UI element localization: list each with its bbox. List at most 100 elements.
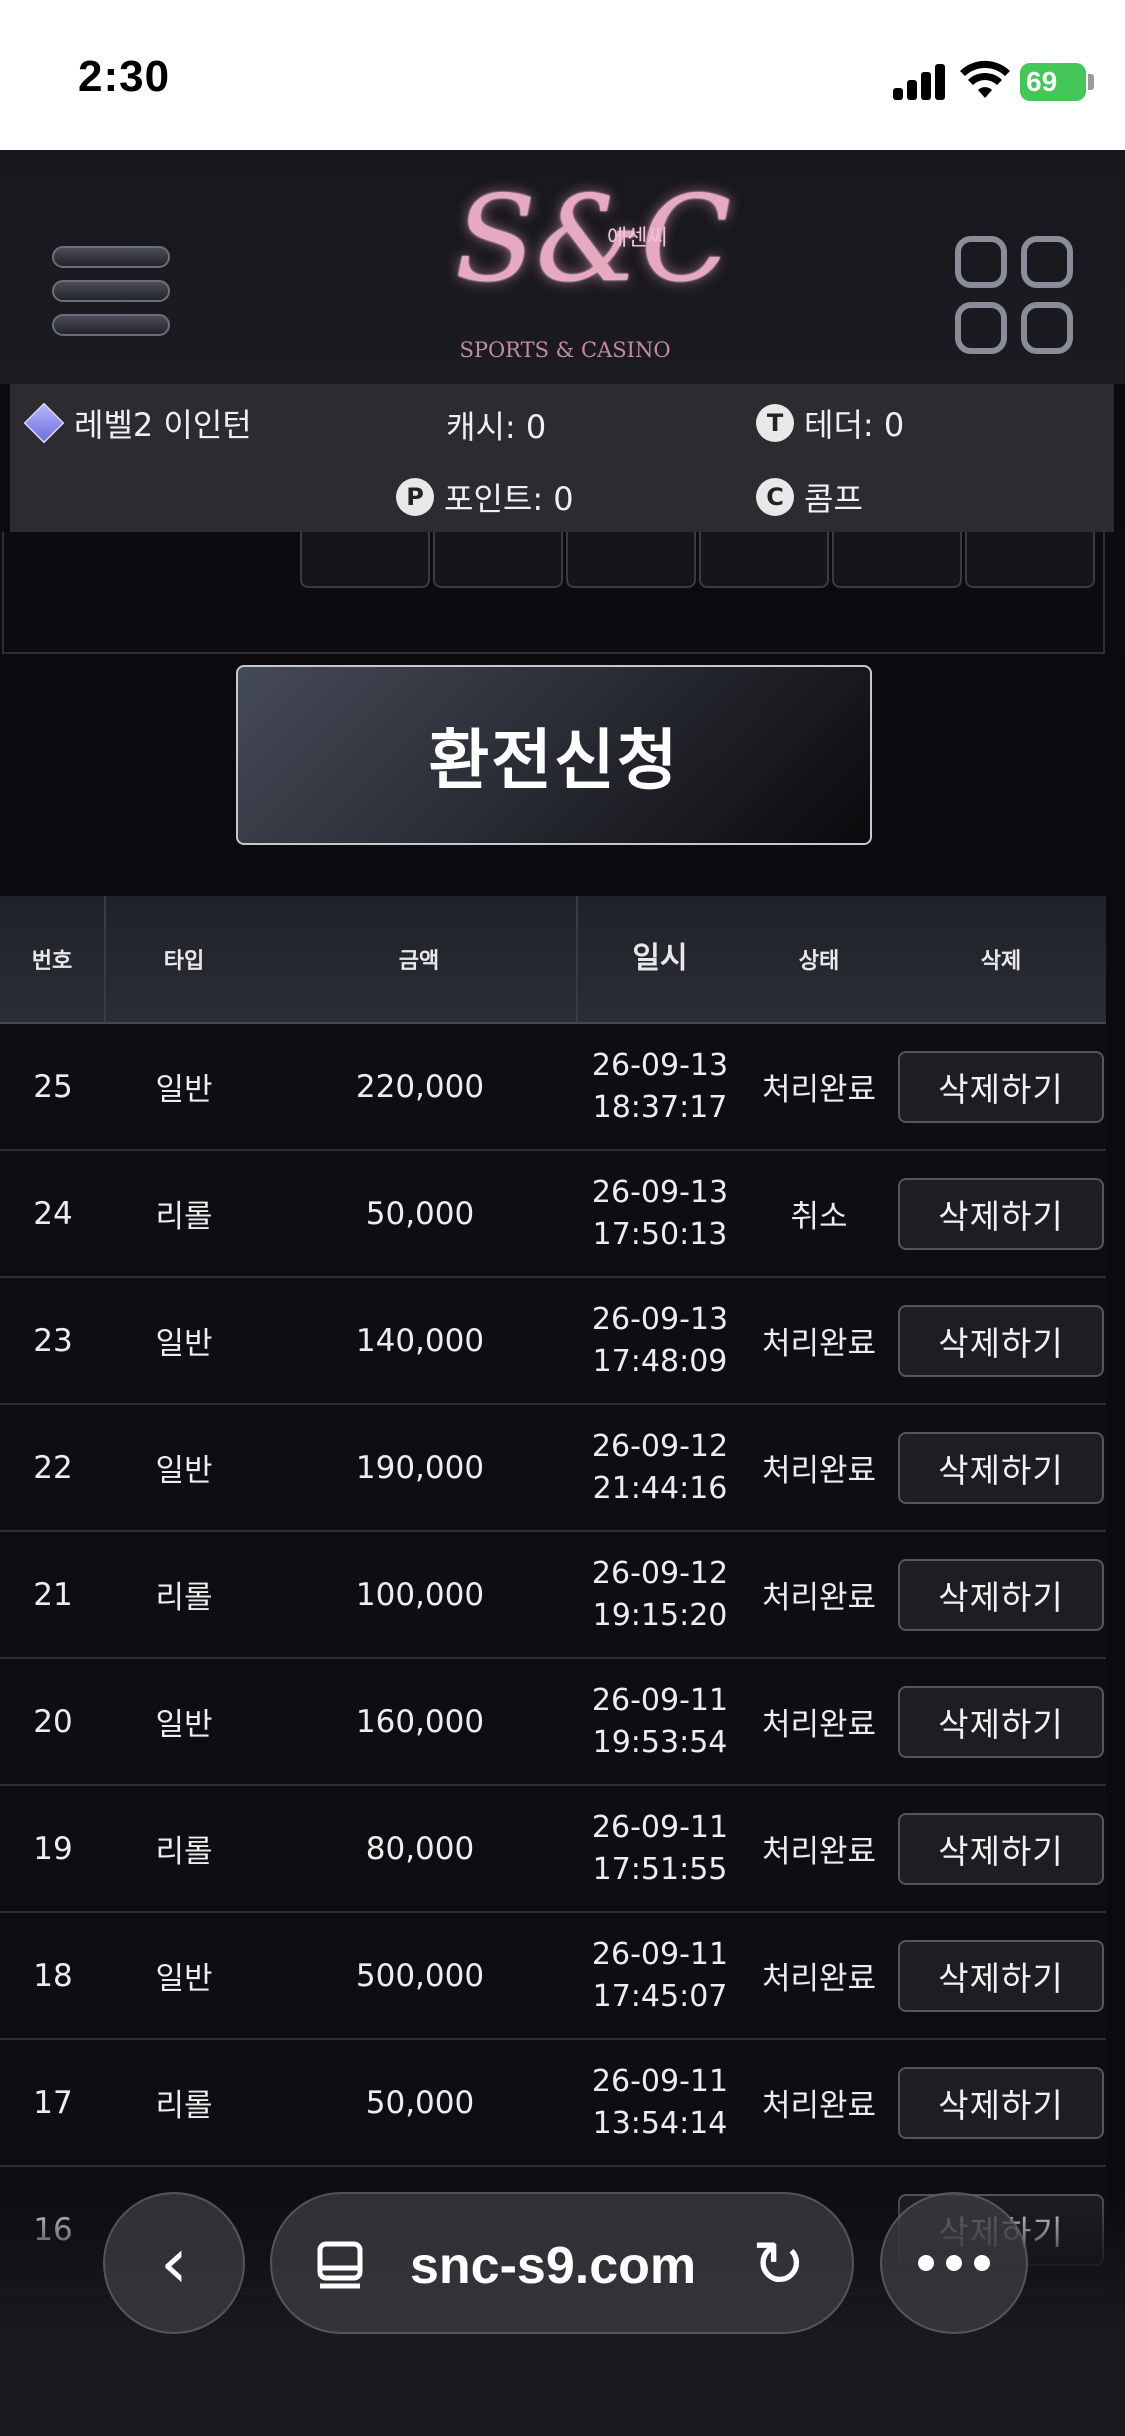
- cash-balance: 캐시: 0: [446, 402, 546, 448]
- comp-link[interactable]: C 콤프: [756, 474, 863, 520]
- header-status: 상태: [798, 949, 840, 974]
- header-type: 타입: [163, 949, 205, 974]
- exchange-request-button[interactable]: 환전신청: [236, 665, 872, 845]
- reload-icon[interactable]: ↻: [752, 2230, 806, 2300]
- row-amount: 80,000: [365, 1830, 475, 1867]
- table-row: 20 일반 160,000 26-09-11 19:53:54 처리완료 삭제하기: [0, 1659, 1106, 1786]
- tab-5[interactable]: [832, 532, 962, 588]
- row-number: 19: [33, 1830, 73, 1867]
- row-date: 26-09-12: [591, 1428, 729, 1464]
- row-number: 18: [33, 1957, 73, 1994]
- row-datetime: 26-09-11 19:53:54: [578, 1659, 742, 1784]
- row-status: 처리완료: [761, 1580, 877, 1616]
- tab-1[interactable]: [300, 532, 430, 588]
- row-number: 22: [33, 1449, 73, 1486]
- row-datetime: 26-09-12 21:44:16: [578, 1405, 742, 1530]
- point-icon: P: [396, 478, 434, 516]
- row-datetime: 26-09-12 19:15:20: [578, 1532, 742, 1657]
- tab-strip: [0, 532, 1125, 654]
- wifi-icon: [960, 60, 1010, 98]
- row-status: 처리완료: [761, 1834, 877, 1870]
- row-number: 23: [33, 1322, 73, 1359]
- delete-button[interactable]: 삭제하기: [898, 1939, 1104, 2012]
- user-level-label: 레벨2 이인턴: [74, 406, 252, 444]
- brand-logo[interactable]: S&C 에센씨 SPORTS & CASINO: [455, 164, 731, 374]
- page-menu-icon[interactable]: [314, 2238, 368, 2292]
- row-date: 26-09-12: [591, 1555, 729, 1591]
- row-delete-cell: 삭제하기: [896, 1024, 1106, 1149]
- battery-tip: [1088, 74, 1094, 90]
- header-delete: 삭제: [980, 949, 1022, 974]
- row-date: 26-09-11: [591, 1936, 729, 1972]
- row-date: 26-09-11: [591, 2063, 729, 2099]
- logo-subtitle: SPORTS & CASINO: [459, 338, 671, 362]
- delete-button[interactable]: 삭제하기: [898, 2066, 1104, 2139]
- row-time: 13:54:14: [592, 2105, 728, 2141]
- table-row: 25 일반 220,000 26-09-13 18:37:17 처리완료 삭제하기: [0, 1024, 1106, 1151]
- row-status: 처리완료: [761, 1707, 877, 1743]
- delete-button[interactable]: 삭제하기: [898, 1558, 1104, 1631]
- row-amount: 220,000: [355, 1068, 485, 1105]
- row-date: 26-09-13: [591, 1301, 729, 1337]
- table-row: 17 리롤 50,000 26-09-11 13:54:14 처리완료 삭제하기: [0, 2040, 1106, 2167]
- row-time: 17:48:09: [592, 1343, 728, 1379]
- header-datetime: 일시: [632, 941, 688, 976]
- row-type: 리롤: [155, 1199, 213, 1235]
- level-gem-icon: [23, 402, 65, 444]
- tab-4[interactable]: [699, 532, 829, 588]
- more-dot: [946, 2255, 962, 2271]
- more-dot: [974, 2255, 990, 2271]
- tether-label: 테더: 0: [804, 406, 905, 444]
- delete-button[interactable]: 삭제하기: [898, 1431, 1104, 1504]
- row-delete-cell: 삭제하기: [896, 1405, 1106, 1530]
- table-header: 번호 타입 금액 일시 상태 삭제: [0, 896, 1106, 1024]
- row-delete-cell: 삭제하기: [896, 2040, 1106, 2165]
- row-delete-cell: 삭제하기: [896, 1786, 1106, 1911]
- row-datetime: 26-09-13 18:37:17: [578, 1024, 742, 1149]
- row-type: 일반: [155, 1707, 213, 1743]
- tab-6[interactable]: [965, 532, 1095, 588]
- address-bar[interactable]: snc-s9.com ↻: [270, 2192, 854, 2334]
- row-type: 일반: [155, 1326, 213, 1362]
- back-button[interactable]: ‹: [103, 2192, 245, 2334]
- row-number: 20: [33, 1703, 73, 1740]
- delete-button[interactable]: 삭제하기: [898, 1304, 1104, 1377]
- row-amount: 100,000: [355, 1576, 485, 1613]
- row-status: 처리완료: [761, 1961, 877, 1997]
- row-datetime: 26-09-13 17:48:09: [578, 1278, 742, 1403]
- delete-button[interactable]: 삭제하기: [898, 1177, 1104, 1250]
- app-header: S&C 에센씨 SPORTS & CASINO: [0, 150, 1125, 384]
- row-datetime: 26-09-13 17:50:13: [578, 1151, 742, 1276]
- row-delete-cell: 삭제하기: [896, 1913, 1106, 2038]
- row-type: 일반: [155, 1072, 213, 1108]
- row-time: 19:15:20: [592, 1597, 728, 1633]
- row-number: 17: [33, 2084, 73, 2121]
- row-type: 리롤: [155, 1834, 213, 1870]
- delete-button[interactable]: 삭제하기: [898, 1685, 1104, 1758]
- point-balance: P 포인트: 0: [396, 474, 574, 520]
- delete-button[interactable]: 삭제하기: [898, 1812, 1104, 1885]
- row-status: 처리완료: [761, 1453, 877, 1489]
- table-row: 18 일반 500,000 26-09-11 17:45:07 처리완료 삭제하기: [0, 1913, 1106, 2040]
- tab-3[interactable]: [566, 532, 696, 588]
- row-time: 18:37:17: [592, 1089, 728, 1125]
- row-amount: 160,000: [355, 1703, 485, 1740]
- row-type: 리롤: [155, 2088, 213, 2124]
- more-options-button[interactable]: [880, 2192, 1028, 2334]
- more-dot: [918, 2255, 934, 2271]
- grid-menu-icon[interactable]: [955, 236, 1073, 354]
- row-type: 일반: [155, 1453, 213, 1489]
- row-date: 26-09-13: [591, 1047, 729, 1083]
- chevron-left-icon: ‹: [160, 2222, 188, 2304]
- battery-level: 69: [1026, 66, 1058, 97]
- tab-2[interactable]: [433, 532, 563, 588]
- hamburger-menu-icon[interactable]: [52, 246, 170, 338]
- table-row: 22 일반 190,000 26-09-12 21:44:16 처리완료 삭제하기: [0, 1405, 1106, 1532]
- tether-icon: T: [756, 404, 794, 442]
- delete-button[interactable]: 삭제하기: [898, 1050, 1104, 1123]
- point-label: 포인트: 0: [444, 480, 574, 518]
- table-row: 24 리롤 50,000 26-09-13 17:50:13 취소 삭제하기: [0, 1151, 1106, 1278]
- row-status: 처리완료: [761, 1072, 877, 1108]
- row-amount: 50,000: [365, 2084, 475, 2121]
- row-delete-cell: 삭제하기: [896, 1278, 1106, 1403]
